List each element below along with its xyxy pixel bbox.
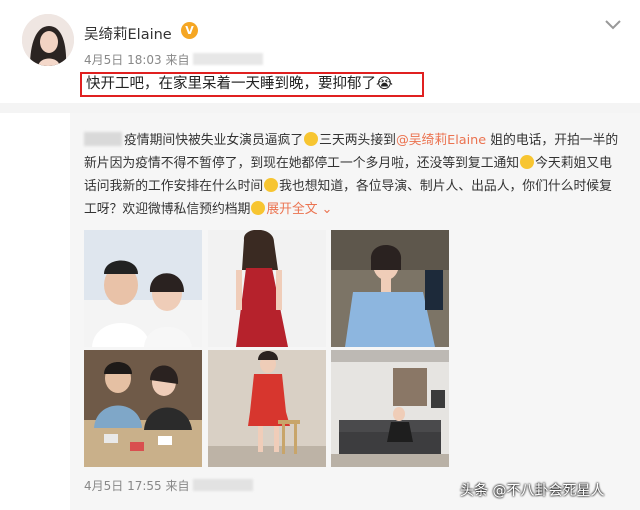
post-text: 快开工吧，在家里呆着一天睡到晚，要抑郁了😭 [80,72,424,97]
crying-emoji-icon [304,132,319,146]
post-timestamp[interactable]: 4月5日 18:03 [84,53,162,67]
source-prefix: 来自 [165,53,190,67]
sad-emoji-icon [264,178,279,192]
watermark: 头条 @不八卦会死星人 [460,483,605,499]
repost-meta: 4月5日 17:55 来自 [84,477,253,494]
expand-full-text-link[interactable]: 展开全文 [266,202,317,217]
repost-text: 疫情期间快被失业女演员逼疯了 三天两头接到@吴绮莉Elaine 姐的电话，开拍一半… [84,129,624,221]
photo-red-outfit-stool[interactable] [208,350,326,467]
username[interactable]: 吴绮莉Elaine [84,23,172,44]
avatar[interactable] [22,14,74,66]
post-meta: 4月5日 18:03 来自 [84,51,263,68]
repost-timestamp[interactable]: 4月5日 17:55 [84,479,162,493]
blurred-author [84,132,122,146]
verified-badge: V [181,22,198,39]
photo-couple-selfie[interactable] [84,230,202,347]
chevron-down-icon[interactable] [604,18,622,32]
photo-family-table[interactable] [84,350,202,467]
mention-link[interactable]: @吴绮莉Elaine [396,133,486,148]
sad-emoji-icon [520,155,535,169]
photo-red-dress[interactable] [208,230,326,347]
photo-blue-dress[interactable] [331,230,449,347]
blurred-source [192,479,253,491]
repost-source-prefix: 来自 [165,479,190,493]
chevron-down-icon[interactable]: ⌄ [322,202,333,217]
photo-living-room[interactable] [331,350,449,467]
repost-text-1: 疫情期间快被失业女演员逼疯了 [124,133,304,148]
blurred-source [192,53,263,65]
repost-text-2: 三天两头接到 [319,133,396,148]
divider [0,103,640,113]
smile-emoji-icon [251,201,266,215]
